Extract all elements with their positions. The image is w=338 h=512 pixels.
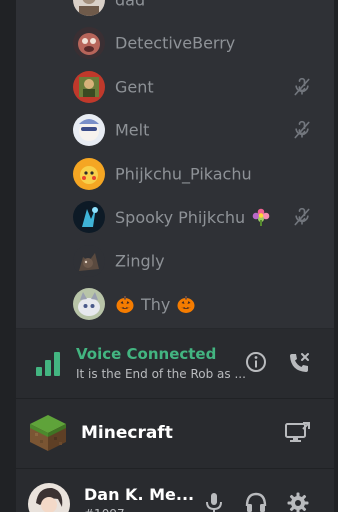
flower-emoji-icon — [252, 208, 270, 227]
voice-connected-status[interactable]: Voice Connected — [76, 345, 216, 363]
info-icon[interactable] — [245, 351, 267, 373]
voice-user-name: Thy — [115, 294, 196, 314]
avatar — [73, 288, 105, 321]
avatar — [73, 244, 105, 277]
muted-mic-icon — [294, 208, 310, 226]
voice-user-name: Zingly — [115, 251, 165, 271]
voice-user-name-text: Spooky Phijkchu — [115, 207, 246, 227]
voice-user[interactable]: Thy — [16, 283, 334, 327]
headphones-icon[interactable] — [244, 491, 268, 512]
voice-user[interactable]: Zingly — [16, 239, 334, 283]
avatar — [73, 157, 105, 190]
user-discriminator: #1097 — [84, 507, 125, 512]
jack-o-lantern-icon — [177, 296, 195, 314]
channel-sidebar: dad DetectiveBerry Gent Melt — [16, 0, 334, 512]
signal-strength-icon[interactable] — [34, 349, 62, 377]
activity-game-name[interactable]: Minecraft — [81, 423, 173, 443]
disconnect-call-icon[interactable] — [287, 351, 311, 375]
voice-user-name: Melt — [115, 120, 150, 140]
voice-user[interactable]: DetectiveBerry — [16, 22, 334, 66]
voice-channel-name[interactable]: It is the End of the Rob as ... — [76, 367, 246, 381]
voice-user[interactable]: Gent — [16, 65, 334, 109]
minecraft-icon — [30, 415, 66, 451]
voice-user[interactable]: dad — [16, 0, 334, 22]
screen-share-icon[interactable] — [284, 421, 310, 445]
voice-user-name-text: Thy — [141, 294, 171, 314]
avatar — [73, 27, 105, 60]
voice-user[interactable]: Melt — [16, 109, 334, 153]
avatar — [73, 201, 105, 234]
member-rail-edge — [334, 0, 338, 512]
voice-user[interactable]: Phijkchu_Pikachu — [16, 152, 334, 196]
muted-mic-icon — [294, 77, 310, 96]
microphone-icon[interactable] — [202, 491, 226, 512]
jack-o-lantern-icon — [116, 296, 134, 314]
server-rail — [0, 0, 16, 512]
user-avatar[interactable] — [28, 483, 70, 512]
avatar — [73, 0, 105, 16]
voice-connection-panel: Voice Connected It is the End of the Rob… — [16, 328, 334, 398]
username[interactable]: Dan K. Me... — [84, 485, 194, 504]
avatar — [73, 114, 105, 147]
settings-gear-icon[interactable] — [286, 491, 310, 512]
voice-user-name: Spooky Phijkchu — [115, 207, 271, 227]
voice-user-name: Gent — [115, 77, 154, 97]
voice-user[interactable]: Spooky Phijkchu — [16, 196, 334, 240]
voice-user-name: dad — [115, 0, 145, 9]
muted-mic-icon — [294, 121, 310, 139]
avatar — [73, 70, 105, 103]
voice-user-name: Phijkchu_Pikachu — [115, 164, 252, 184]
voice-user-name: DetectiveBerry — [115, 33, 236, 53]
voice-user-list: dad DetectiveBerry Gent Melt — [16, 0, 334, 328]
activity-panel: Minecraft — [16, 398, 334, 468]
user-panel: Dan K. Me... #1097 — [16, 468, 334, 512]
